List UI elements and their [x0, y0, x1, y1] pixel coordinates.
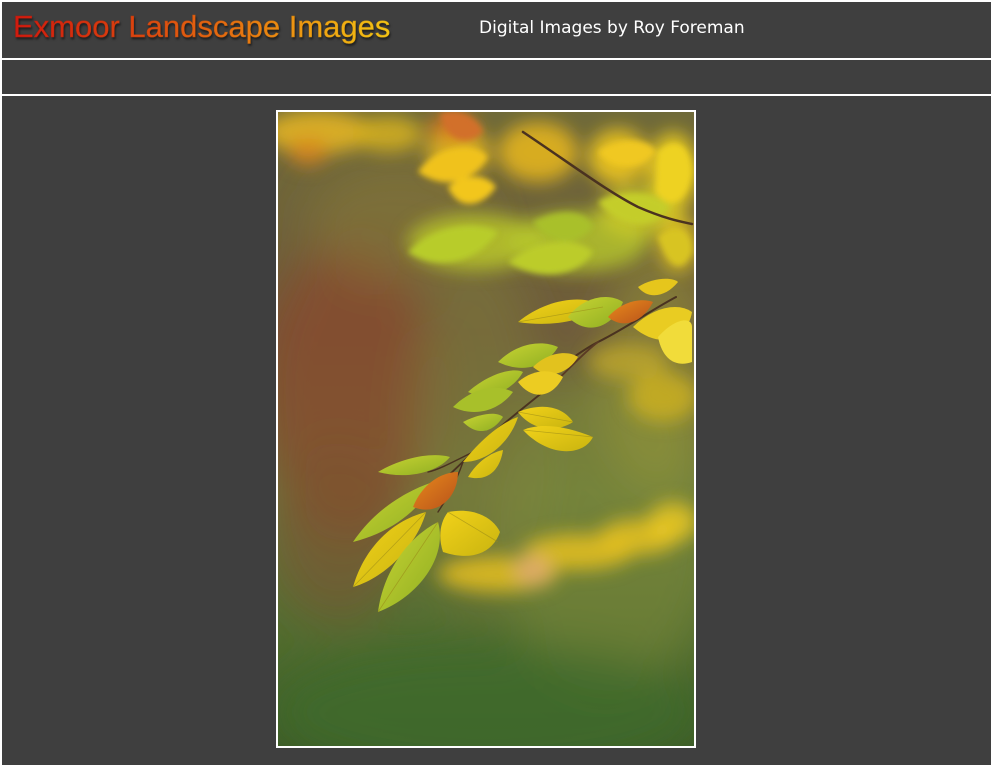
page-frame: Exmoor Landscape Images Digital Images b… — [2, 2, 991, 765]
site-title[interactable]: Exmoor Landscape Images — [13, 8, 391, 46]
featured-photo[interactable] — [276, 110, 696, 748]
nav-bar — [2, 60, 991, 94]
site-subtitle: Digital Images by Roy Foreman — [479, 18, 745, 38]
autumn-leaves-photo — [278, 112, 694, 746]
nav-divider — [2, 94, 991, 96]
site-header: Exmoor Landscape Images Digital Images b… — [2, 2, 991, 58]
